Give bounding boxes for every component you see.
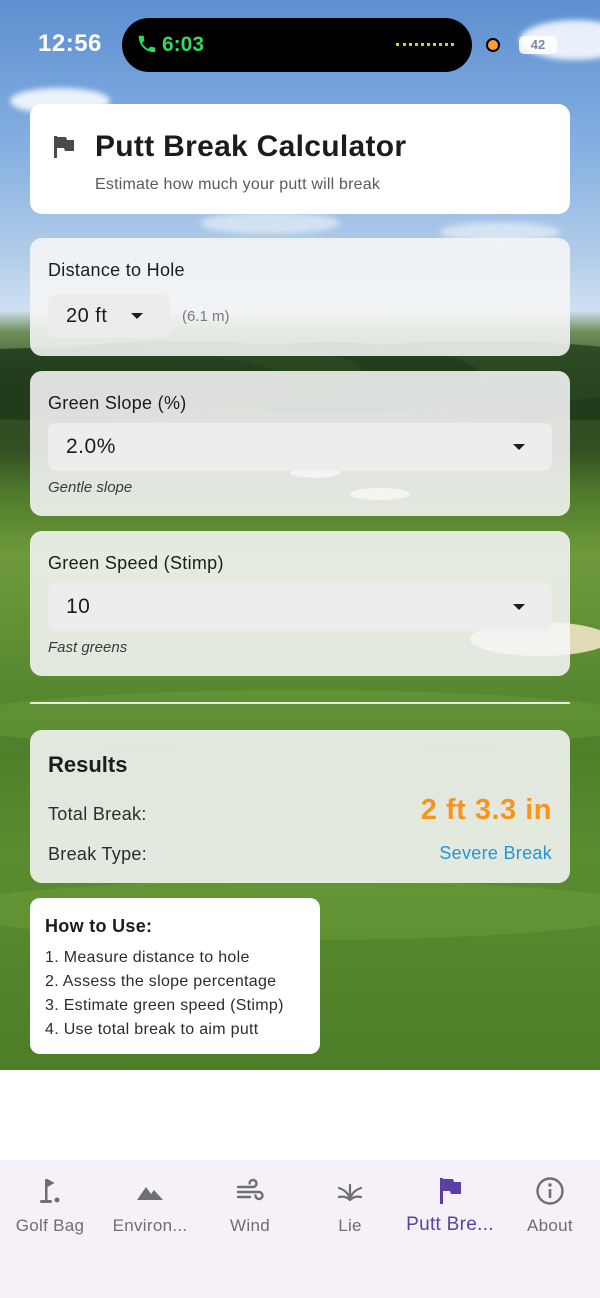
how-to-use-title: How to Use:: [45, 916, 153, 936]
list-item: 1. Measure distance to hole: [45, 949, 250, 966]
grass-icon: [337, 1183, 363, 1202]
how-to-use-list: 1. Measure distance to hole 2. Assess th…: [45, 946, 284, 1042]
slope-dropdown[interactable]: 2.0%: [48, 423, 552, 471]
header-card: Putt Break Calculator Estimate how much …: [30, 104, 570, 214]
distance-value: 20 ft: [66, 305, 108, 327]
total-break-label: Total Break:: [48, 804, 147, 824]
distance-card: Distance to Hole 20 ft (6.1 m): [30, 238, 570, 356]
distance-metric-value: (6.1 m): [182, 308, 230, 325]
speed-hint: Fast greens: [48, 639, 128, 656]
golf-flag-icon: [40, 1179, 60, 1203]
list-item: 4. Use total break to aim putt: [45, 1021, 259, 1038]
list-item: 3. Estimate green speed (Stimp): [45, 997, 284, 1014]
slope-value: 2.0%: [66, 435, 116, 458]
slope-label: Green Slope (%): [48, 393, 187, 413]
chevron-down-icon: [513, 604, 525, 610]
chevron-down-icon: [131, 313, 143, 319]
call-duration: 6:03: [162, 33, 205, 56]
tab-environment[interactable]: Environ...: [100, 1176, 200, 1236]
flag-icon: [440, 1178, 461, 1204]
total-break-value: 2 ft 3.3 in: [420, 794, 552, 826]
tab-about[interactable]: About: [500, 1176, 600, 1236]
tab-putt-break[interactable]: Putt Bre...: [400, 1176, 500, 1236]
chevron-down-icon: [513, 444, 525, 450]
distance-dropdown[interactable]: 20 ft: [48, 294, 170, 338]
speed-card: Green Speed (Stimp) 10 Fast greens: [30, 531, 570, 676]
how-to-use-card: How to Use: 1. Measure distance to hole …: [30, 898, 320, 1054]
wind-icon: [236, 1178, 264, 1201]
battery-indicator: 42: [519, 36, 557, 54]
tab-label: Wind: [230, 1216, 270, 1235]
tab-label: About: [527, 1216, 573, 1235]
page-subtitle: Estimate how much your putt will break: [95, 176, 381, 193]
break-type-label: Break Type:: [48, 844, 148, 864]
status-time: 12:56: [38, 30, 102, 57]
divider: [30, 702, 570, 704]
distance-label: Distance to Hole: [48, 260, 185, 280]
recording-indicator-icon: [486, 38, 500, 52]
tab-label: Putt Bre...: [406, 1214, 494, 1235]
speed-dropdown[interactable]: 10: [48, 583, 552, 631]
tab-wind[interactable]: Wind: [200, 1176, 300, 1236]
tab-label: Golf Bag: [15, 1216, 85, 1235]
page-title: Putt Break Calculator: [95, 130, 407, 163]
tab-lie[interactable]: Lie: [300, 1176, 400, 1236]
tab-label: Environ...: [112, 1216, 188, 1235]
results-title: Results: [48, 752, 128, 777]
list-item: 2. Assess the slope percentage: [45, 973, 277, 990]
mountain-icon: [137, 1187, 163, 1200]
flag-icon: [54, 136, 74, 158]
bottom-tab-bar: Golf Bag Environ... Wind Lie Putt Bre...…: [0, 1160, 600, 1298]
results-card: Results Total Break: 2 ft 3.3 in Break T…: [30, 730, 570, 883]
slope-hint: Gentle slope: [48, 479, 133, 496]
audio-waveform-icon: [396, 43, 454, 46]
tab-golf-bag[interactable]: Golf Bag: [0, 1176, 100, 1236]
dynamic-island[interactable]: 6:03: [122, 18, 472, 72]
slope-card: Green Slope (%) 2.0% Gentle slope: [30, 371, 570, 516]
info-icon: [536, 1177, 564, 1205]
break-type-value: Severe Break: [439, 843, 552, 863]
phone-icon: [138, 35, 156, 53]
speed-label: Green Speed (Stimp): [48, 553, 224, 573]
tab-label: Lie: [338, 1216, 362, 1235]
speed-value: 10: [66, 595, 91, 618]
